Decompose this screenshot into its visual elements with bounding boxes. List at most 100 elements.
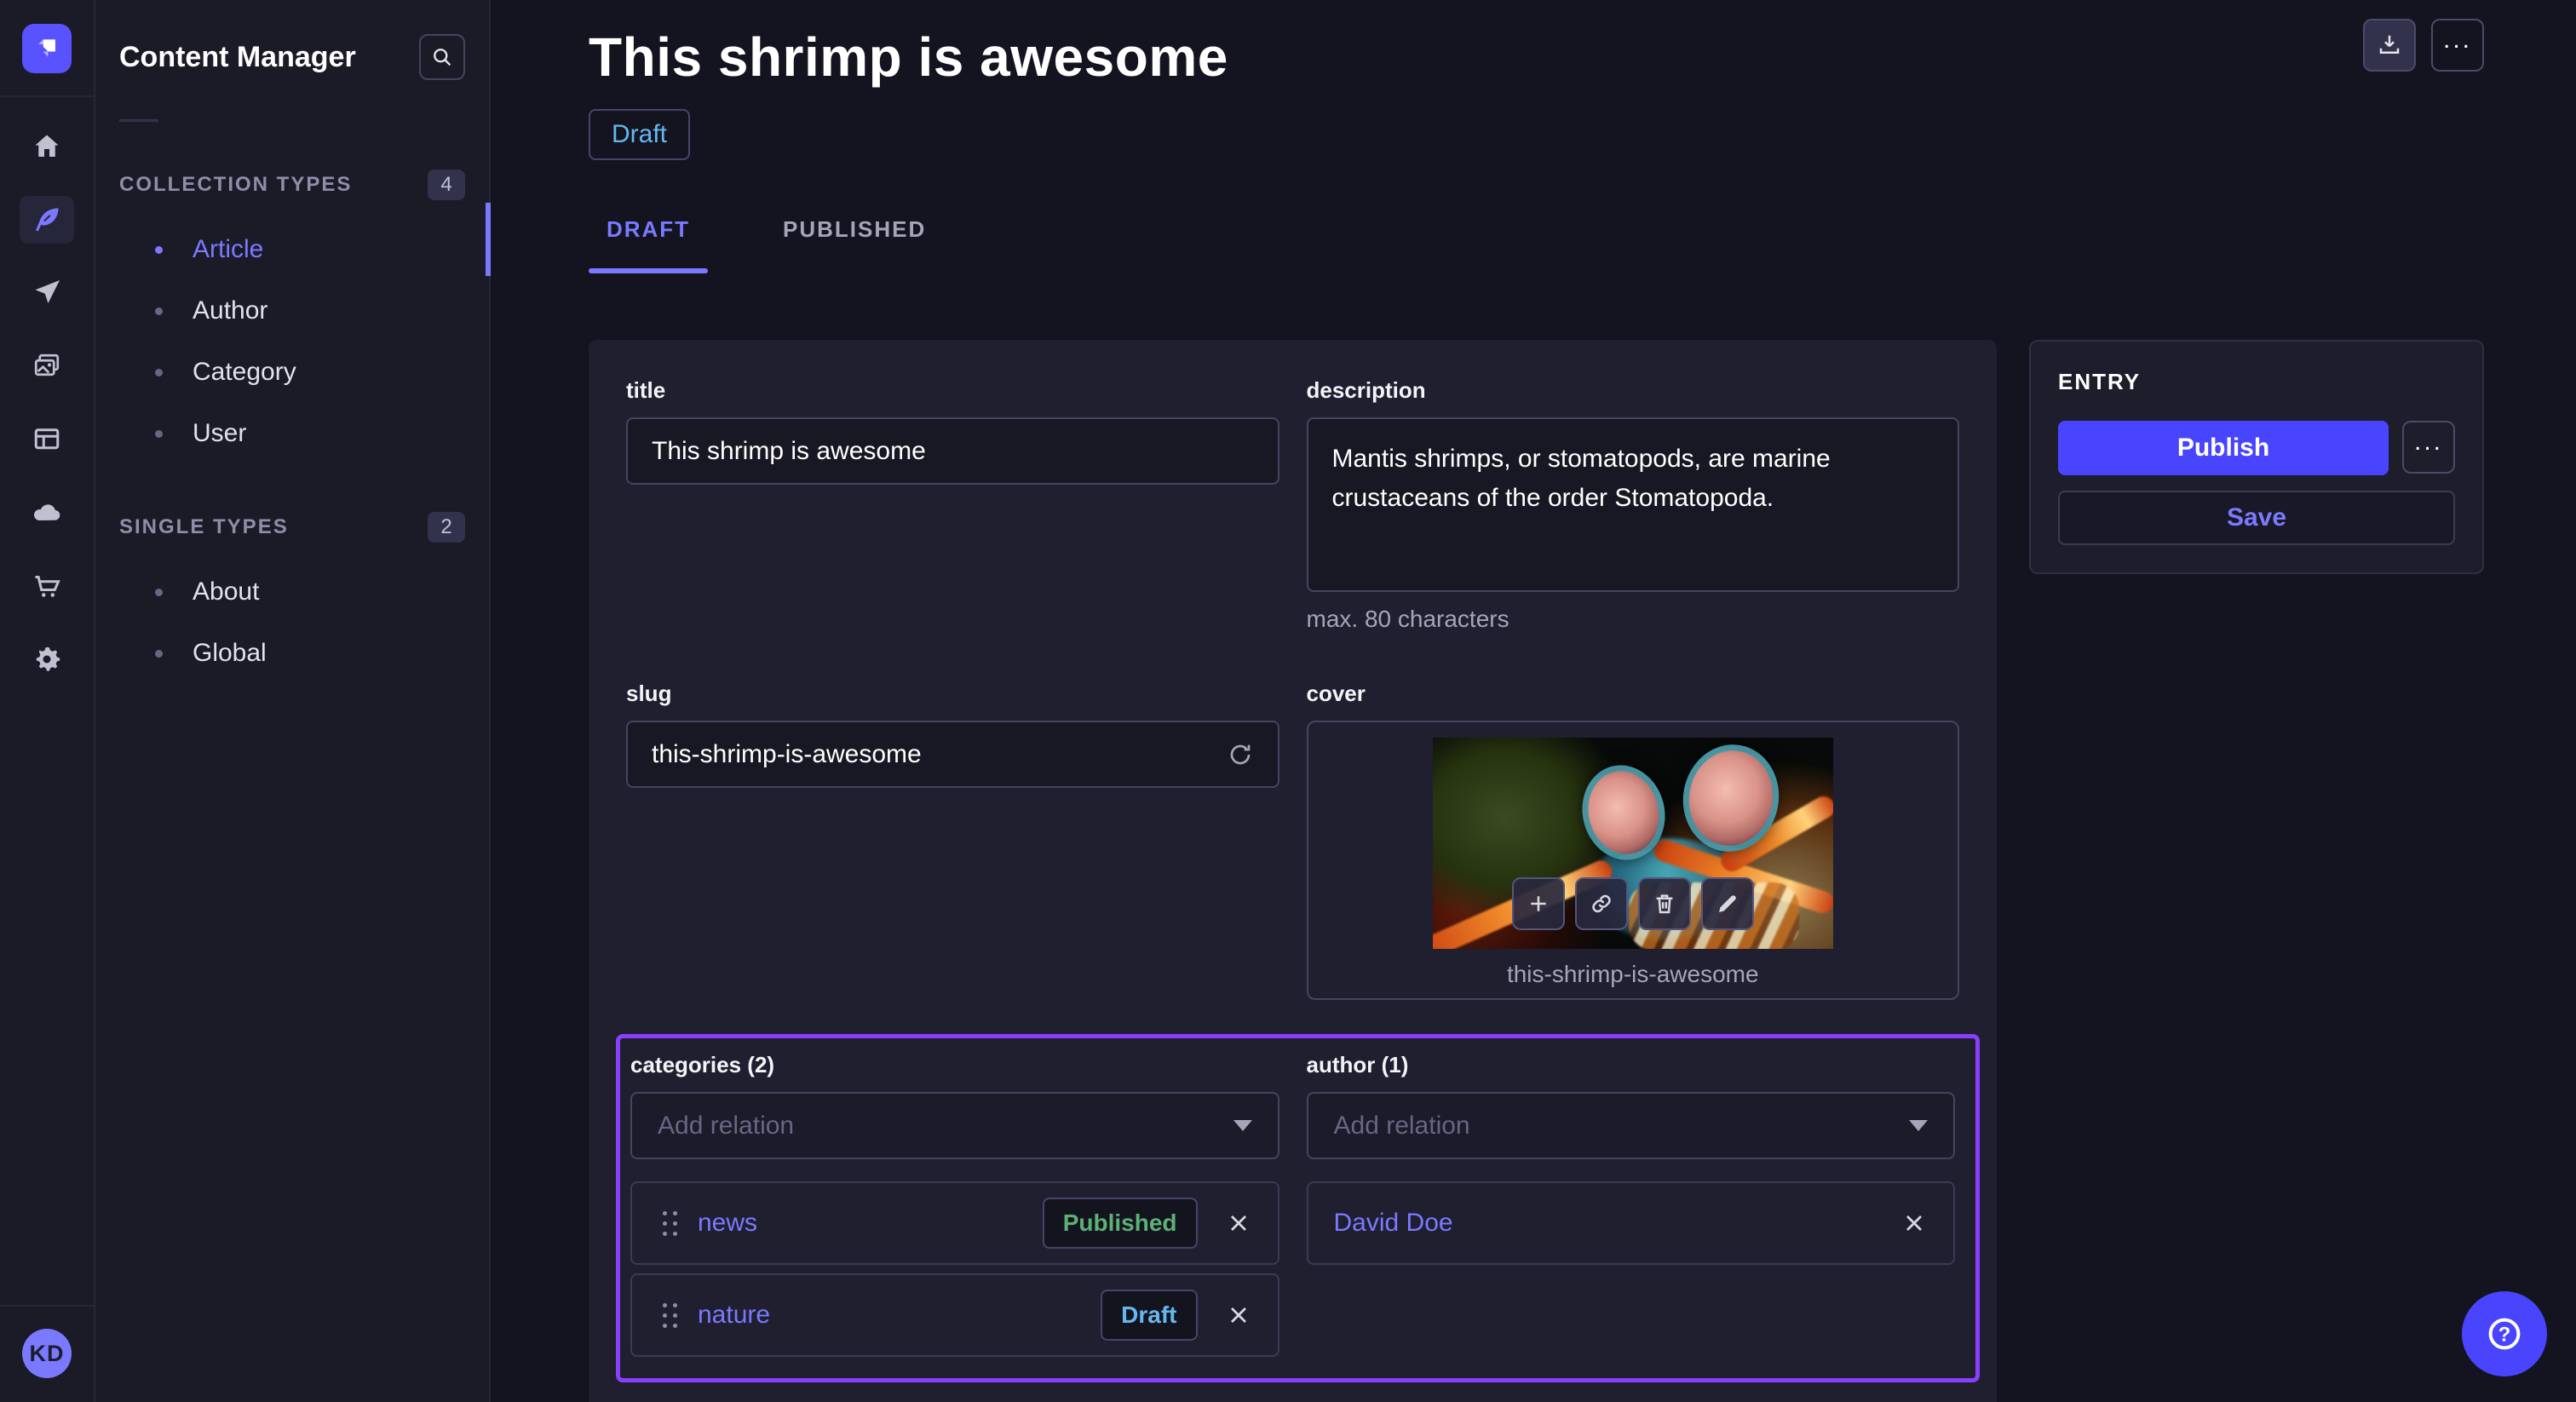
cover-actions bbox=[1512, 877, 1754, 930]
description-input[interactable]: Mantis shrimps, or stomatopods, are mari… bbox=[1307, 417, 1960, 592]
subnav-header: Content Manager bbox=[119, 34, 489, 80]
section-label-collection-types: COLLECTION TYPES bbox=[119, 173, 352, 197]
question-mark-icon: ? bbox=[2484, 1313, 2525, 1354]
download-icon bbox=[2377, 32, 2402, 58]
author-label: author (1) bbox=[1307, 1052, 1956, 1078]
remove-relation-david-doe-button[interactable] bbox=[1900, 1210, 1928, 1237]
categories-label: categories (2) bbox=[630, 1052, 1279, 1078]
published-status-pill: Published bbox=[1043, 1198, 1198, 1249]
ellipsis-icon: ... bbox=[2443, 40, 2472, 50]
sidebar-item-global[interactable]: Global bbox=[119, 623, 489, 684]
sidebar-item-user[interactable]: User bbox=[119, 403, 489, 464]
subnav-title: Content Manager bbox=[119, 41, 356, 74]
active-tab-underline bbox=[589, 268, 708, 273]
description-hint: max. 80 characters bbox=[1307, 606, 1960, 633]
svg-text:?: ? bbox=[2498, 1323, 2511, 1346]
categories-add-relation-combobox[interactable]: Add relation bbox=[630, 1092, 1279, 1159]
strapi-logo[interactable] bbox=[22, 24, 72, 73]
cover-caption: this-shrimp-is-awesome bbox=[1507, 961, 1759, 988]
header-actions: ... bbox=[2363, 19, 2484, 72]
slug-input[interactable]: this-shrimp-is-awesome bbox=[626, 721, 1279, 788]
rail-divider bbox=[0, 95, 95, 97]
remove-relation-nature-button[interactable] bbox=[1225, 1301, 1252, 1329]
relation-item-david-doe: David Doe bbox=[1307, 1181, 1956, 1265]
categories-field: categories (2) Add relation news bbox=[630, 1052, 1279, 1357]
icon-rail: KD bbox=[0, 0, 95, 1402]
settings-gear-icon[interactable] bbox=[20, 635, 74, 683]
title-value: This shrimp is awesome bbox=[652, 437, 926, 466]
title-input[interactable]: This shrimp is awesome bbox=[626, 417, 1279, 485]
rail-divider-bottom bbox=[0, 1305, 95, 1307]
search-button[interactable] bbox=[419, 34, 465, 80]
cover-delete-button[interactable] bbox=[1638, 877, 1691, 930]
relation-link-david-doe[interactable]: David Doe bbox=[1334, 1209, 1453, 1238]
user-avatar[interactable]: KD bbox=[22, 1329, 72, 1378]
home-icon[interactable] bbox=[20, 123, 74, 170]
cover-copy-link-button[interactable] bbox=[1575, 877, 1628, 930]
plus-icon bbox=[1526, 891, 1551, 916]
draft-status-pill: Draft bbox=[1101, 1290, 1197, 1341]
content-manager-icon[interactable] bbox=[20, 196, 74, 244]
entry-panel-title: ENTRY bbox=[2058, 369, 2455, 395]
tab-published[interactable]: PUBLISHED bbox=[783, 216, 926, 243]
sidebar-item-about[interactable]: About bbox=[119, 561, 489, 623]
title-label: title bbox=[626, 377, 1279, 404]
cloud-icon[interactable] bbox=[20, 489, 74, 537]
sidebar-item-article[interactable]: Article bbox=[119, 219, 489, 280]
description-value: Mantis shrimps, or stomatopods, are mari… bbox=[1332, 445, 1831, 512]
edit-form-card: title This shrimp is awesome description… bbox=[589, 340, 1997, 1402]
subnav-divider bbox=[119, 119, 158, 122]
collection-types-list: Article Author Category User bbox=[119, 219, 489, 464]
author-relation-list: David Doe bbox=[1307, 1181, 1956, 1265]
author-field: author (1) Add relation David Doe bbox=[1307, 1052, 1956, 1357]
close-icon bbox=[1225, 1301, 1252, 1329]
cover-field: cover bbox=[1307, 681, 1960, 1000]
description-label: description bbox=[1307, 377, 1960, 404]
sidebar-item-author[interactable]: Author bbox=[119, 280, 489, 342]
main-content: This shrimp is awesome Draft ... DRAFT P… bbox=[491, 0, 2576, 1402]
ellipsis-icon: ... bbox=[2414, 442, 2443, 452]
relation-link-nature[interactable]: nature bbox=[698, 1301, 770, 1330]
media-library-icon[interactable] bbox=[20, 342, 74, 390]
tabs: DRAFT PUBLISHED bbox=[589, 216, 2484, 243]
cover-edit-button[interactable] bbox=[1701, 877, 1754, 930]
collection-types-section: COLLECTION TYPES 4 Article Author Catego… bbox=[119, 170, 489, 464]
drag-handle-icon[interactable] bbox=[663, 1211, 667, 1215]
cover-widget: this-shrimp-is-awesome bbox=[1307, 721, 1960, 1000]
collection-types-count-badge: 4 bbox=[428, 170, 465, 200]
content-type-builder-icon[interactable] bbox=[20, 416, 74, 463]
subnav-sidebar: Content Manager COLLECTION TYPES 4 Artic… bbox=[95, 0, 491, 1402]
cover-label: cover bbox=[1307, 681, 1960, 707]
drag-handle-icon[interactable] bbox=[663, 1303, 667, 1307]
slug-value: this-shrimp-is-awesome bbox=[652, 740, 922, 769]
chevron-down-icon bbox=[1909, 1120, 1928, 1131]
search-icon bbox=[430, 45, 454, 69]
header-more-button[interactable]: ... bbox=[2431, 19, 2484, 72]
trash-icon bbox=[1652, 891, 1677, 916]
chevron-down-icon bbox=[1233, 1120, 1252, 1131]
section-label-single-types: SINGLE TYPES bbox=[119, 515, 289, 539]
entry-more-button[interactable]: ... bbox=[2402, 421, 2455, 474]
export-button[interactable] bbox=[2363, 19, 2416, 72]
author-placeholder: Add relation bbox=[1334, 1112, 1470, 1141]
publish-button[interactable]: Publish bbox=[2058, 421, 2389, 475]
save-button[interactable]: Save bbox=[2058, 491, 2455, 545]
page-title: This shrimp is awesome bbox=[589, 26, 2484, 89]
single-types-count-badge: 2 bbox=[428, 512, 465, 543]
relation-item-news: news Published bbox=[630, 1181, 1279, 1265]
cover-add-button[interactable] bbox=[1512, 877, 1565, 930]
pencil-icon bbox=[1715, 891, 1740, 916]
sidebar-item-category[interactable]: Category bbox=[119, 342, 489, 403]
entry-panel: ENTRY Publish ... Save bbox=[2029, 340, 2484, 574]
author-add-relation-combobox[interactable]: Add relation bbox=[1307, 1092, 1956, 1159]
marketplace-cart-icon[interactable] bbox=[20, 562, 74, 610]
description-field: description Mantis shrimps, or stomatopo… bbox=[1307, 377, 1960, 633]
relation-link-news[interactable]: news bbox=[698, 1209, 757, 1238]
relations-highlighted-zone: categories (2) Add relation news bbox=[616, 1034, 1980, 1382]
close-icon bbox=[1225, 1210, 1252, 1237]
remove-relation-news-button[interactable] bbox=[1225, 1210, 1252, 1237]
send-icon[interactable] bbox=[20, 269, 74, 317]
tab-draft[interactable]: DRAFT bbox=[589, 216, 708, 243]
help-button[interactable]: ? bbox=[2462, 1291, 2547, 1376]
regenerate-slug-icon[interactable] bbox=[1227, 741, 1254, 768]
